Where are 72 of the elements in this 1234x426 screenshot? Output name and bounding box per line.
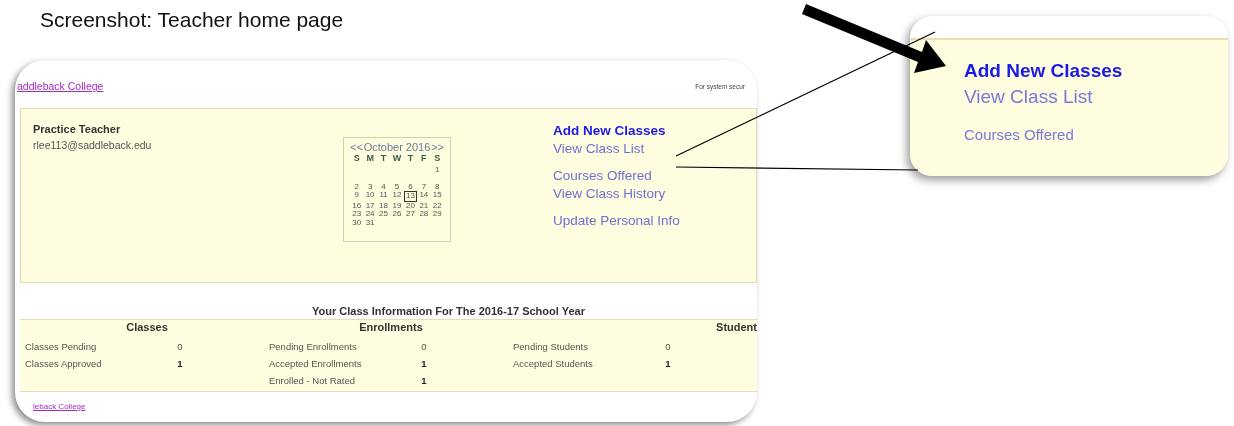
calendar-day[interactable]: 28 — [417, 210, 431, 219]
calendar-day[interactable]: 10 — [363, 191, 377, 202]
calendar-day[interactable]: 20 — [403, 201, 418, 210]
college-link[interactable]: leback College — [33, 402, 86, 411]
calendar-day[interactable]: 30 — [350, 218, 364, 227]
stat-value: 1 — [176, 358, 184, 369]
calendar-day[interactable]: 24 — [363, 210, 377, 219]
stat-label: Enrolled - Not Rated — [269, 375, 357, 386]
calendar-day[interactable]: 13 — [403, 191, 418, 202]
calendar-day[interactable]: 27 — [403, 210, 418, 219]
weekday-label: S — [352, 153, 361, 163]
college-link[interactable]: addleback College — [17, 80, 104, 92]
month-title: October 2016 — [363, 141, 431, 153]
stat-label: Accepted Students — [513, 358, 594, 369]
calendar-day[interactable]: 5 — [390, 182, 404, 191]
calendar-day[interactable]: 19 — [390, 201, 404, 210]
calendar-day[interactable]: 29 — [430, 210, 444, 219]
stat-label: Accepted Enrollments — [269, 358, 363, 369]
calendar-day[interactable]: 2 — [350, 182, 364, 191]
calendar-day[interactable]: 7 — [417, 182, 431, 191]
calendar-day[interactable]: 9 — [350, 191, 364, 202]
calendar-day[interactable]: 23 — [350, 210, 364, 219]
stat-value: 0 — [420, 341, 428, 352]
calendar-day[interactable]: 22 — [430, 201, 444, 210]
next-month-link[interactable]: >> — [431, 141, 444, 153]
calendar-day[interactable]: 15 — [430, 191, 444, 202]
nav-link[interactable]: View Class List — [553, 141, 645, 156]
caption: Screenshot: Teacher home page — [40, 8, 344, 31]
stat-value: 0 — [176, 341, 184, 352]
calendar-day[interactable]: 16 — [350, 201, 364, 210]
calendar-day[interactable]: 18 — [376, 201, 391, 210]
weekday-label: W — [391, 153, 403, 163]
stat-label: Pending Students — [513, 341, 589, 352]
calendar-day[interactable]: 25 — [376, 210, 391, 219]
calendar-day[interactable]: 14 — [417, 191, 431, 202]
stat-value: 0 — [664, 341, 672, 352]
nav-link[interactable]: View Class History — [553, 186, 666, 201]
calendar-day[interactable]: 3 — [363, 182, 377, 191]
column-heading: Classes — [125, 321, 169, 335]
previous-month-link[interactable]: << — [350, 141, 363, 153]
nav-link[interactable]: Add New Classes — [553, 123, 666, 138]
column-heading: Student — [715, 321, 757, 335]
calendar-day[interactable]: 8 — [430, 182, 444, 191]
calendar-day[interactable]: 1 — [430, 166, 444, 175]
calendar-day[interactable]: 6 — [403, 182, 418, 191]
calendar-day[interactable]: 4 — [376, 182, 391, 191]
weekday-label: T — [406, 153, 415, 163]
teacher-email: rlee113@saddleback.edu — [33, 139, 152, 151]
nav-link[interactable]: Add New Classes — [964, 60, 1123, 82]
stat-value: 1 — [420, 358, 428, 369]
weekday-label: S — [433, 153, 442, 163]
teacher-name: Practice Teacher — [33, 123, 122, 135]
calendar-day[interactable]: 17 — [363, 201, 377, 210]
nav-link[interactable]: Courses Offered — [964, 126, 1074, 143]
weekday-label: F — [420, 153, 428, 163]
calendar-day[interactable]: 11 — [376, 191, 391, 202]
stat-label: Classes Pending — [25, 341, 98, 352]
calendar-day[interactable]: 26 — [390, 210, 404, 219]
stat-value: 1 — [664, 358, 672, 369]
stat-value: 1 — [420, 375, 428, 386]
calendar-day[interactable]: 21 — [417, 201, 431, 210]
weekday-label: M — [365, 153, 375, 163]
calendar-day[interactable]: 31 — [363, 218, 377, 227]
stat-label: Classes Approved — [25, 358, 103, 369]
nav-link[interactable]: Update Personal Info — [553, 213, 680, 228]
nav-link[interactable]: Courses Offered — [553, 168, 652, 183]
summary-title: Your Class Information For The 2016-17 School Year — [311, 305, 586, 317]
calendar-day[interactable]: 12 — [390, 191, 404, 202]
weekday-label: T — [379, 153, 388, 163]
nav-link[interactable]: View Class List — [964, 86, 1093, 108]
column-heading: Enrollments — [358, 321, 424, 335]
stat-label: Pending Enrollments — [269, 341, 358, 352]
